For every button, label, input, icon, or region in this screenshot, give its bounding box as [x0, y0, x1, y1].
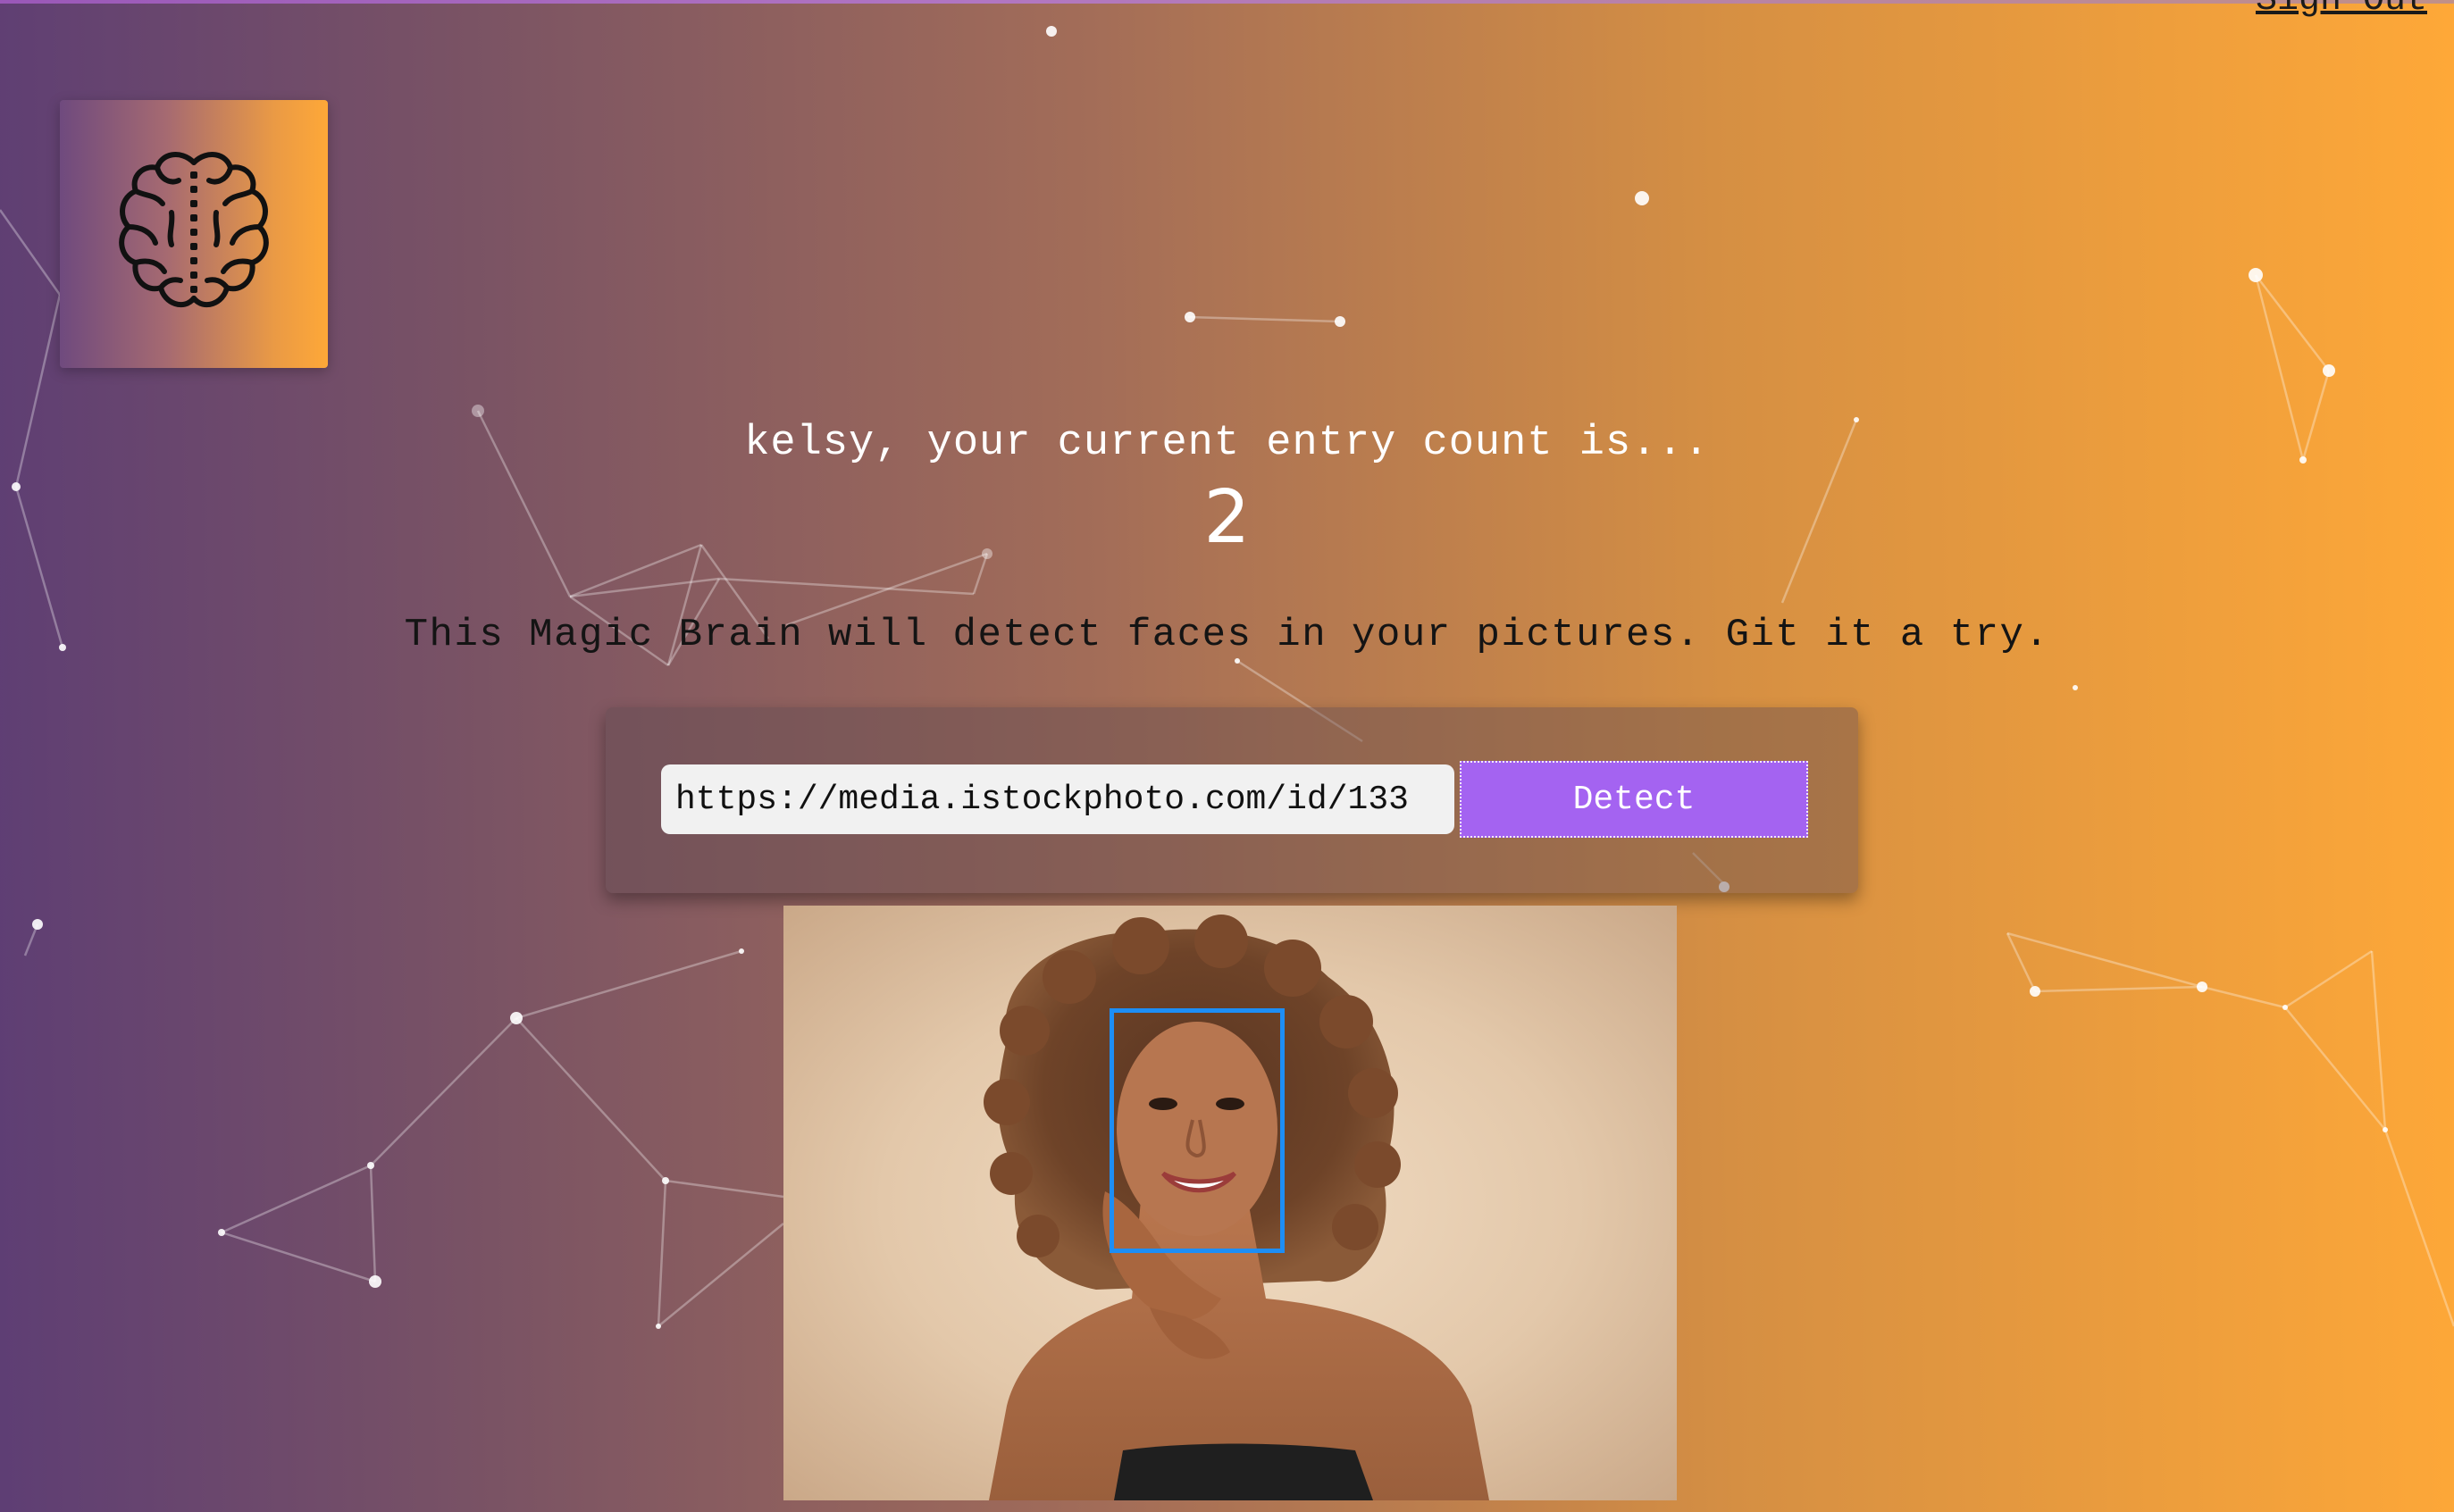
brain-icon — [119, 152, 269, 308]
entry-count-greeting: kelsy, your current entry count is... — [744, 420, 1710, 467]
app-description: This Magic Brain will detect faces in yo… — [404, 613, 2050, 657]
result-image — [783, 906, 1677, 1500]
sign-out-link[interactable]: Sign Out — [2256, 0, 2427, 21]
face-bounding-box — [1110, 1008, 1285, 1253]
entry-count-value: 2 — [1203, 475, 1251, 560]
detect-button[interactable]: Detect — [1460, 761, 1808, 838]
logo-tile[interactable] — [60, 100, 328, 368]
image-url-input[interactable] — [661, 764, 1454, 834]
image-url-form: Detect — [606, 707, 1858, 893]
